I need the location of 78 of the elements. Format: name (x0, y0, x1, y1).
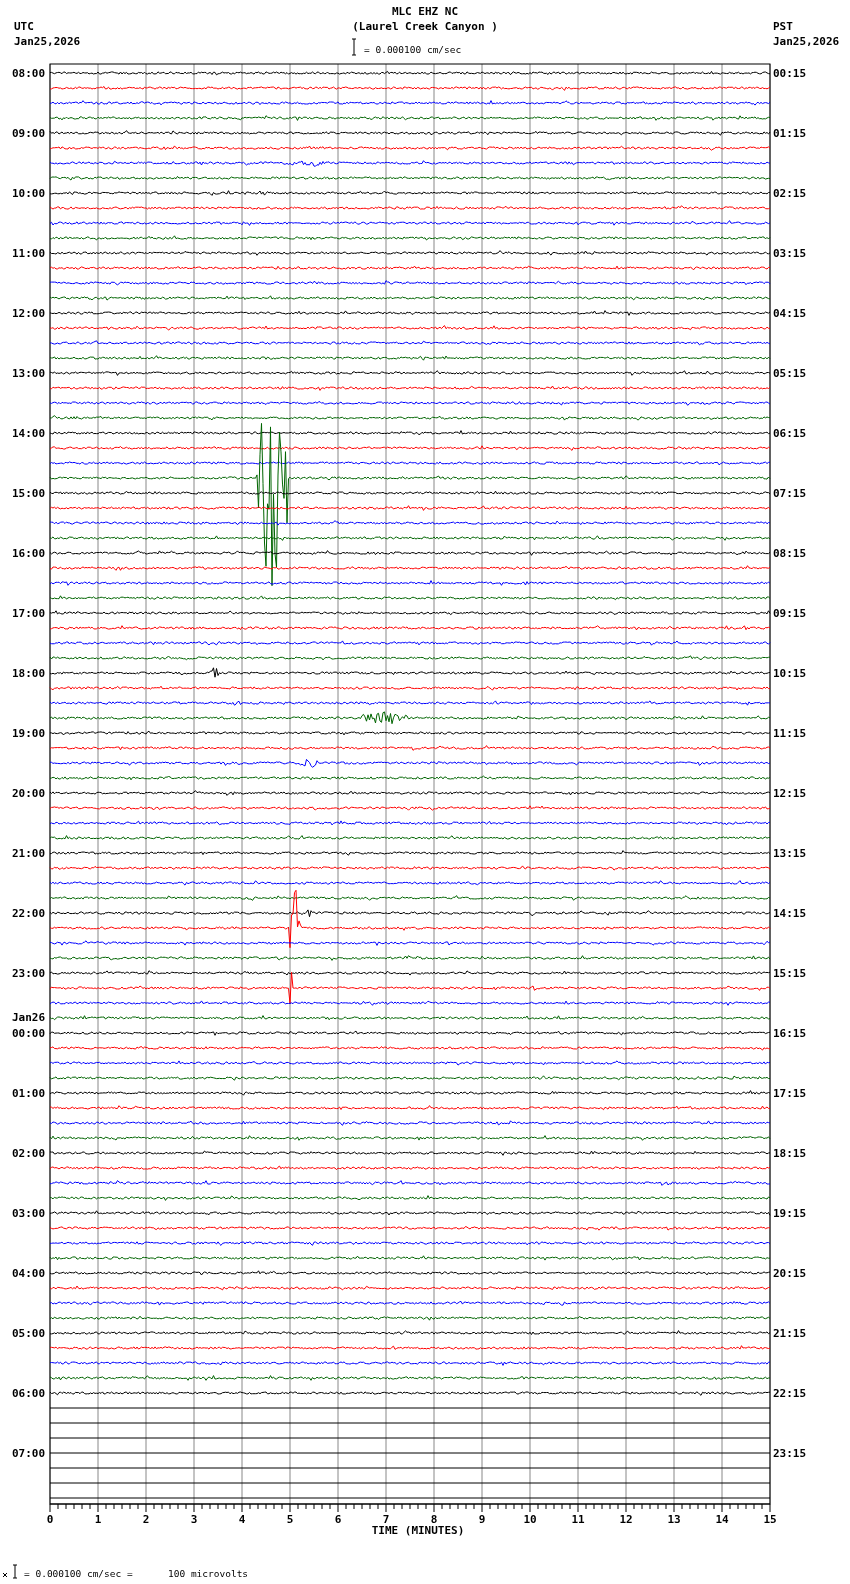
footer-scale: = 0.000100 cm/sec = (24, 1568, 133, 1579)
axis-tick-label: 3 (190, 1513, 198, 1526)
pst-time-label: 07:15 (773, 487, 807, 500)
axis-tick-label: 8 (430, 1513, 438, 1526)
utc-label: UTC (14, 20, 34, 33)
utc-time-label: 07:00 (12, 1447, 46, 1460)
utc-time-label: 03:00 (12, 1207, 46, 1220)
pst-time-label: 13:15 (773, 847, 807, 860)
pst-time-label: 16:15 (773, 1027, 807, 1040)
axis-tick-label: 14 (715, 1513, 729, 1526)
pst-time-label: 10:15 (773, 667, 807, 680)
utc-time-label: 17:00 (12, 607, 46, 620)
axis-tick-label: 5 (286, 1513, 294, 1526)
utc-time-label: 14:00 (12, 427, 46, 440)
utc-time-label: 10:00 (12, 187, 46, 200)
utc-time-label: 19:00 (12, 727, 46, 740)
station-code: MLC EHZ NC (391, 5, 459, 18)
utc-time-label: 23:00 (12, 967, 46, 980)
utc-time-label: 12:00 (12, 307, 46, 320)
axis-tick-label: 6 (334, 1513, 342, 1526)
pst-time-label: 18:15 (773, 1147, 807, 1160)
pst-time-label: 14:15 (773, 907, 807, 920)
axis-tick-label: 0 (46, 1513, 54, 1526)
pst-date: Jan25,2026 (773, 35, 840, 48)
scale-bar-icon (351, 38, 357, 56)
pst-label: PST (773, 20, 793, 33)
pst-time-label: 02:15 (773, 187, 807, 200)
axis-tick-label: 12 (619, 1513, 633, 1526)
pst-time-label: 05:15 (773, 367, 807, 380)
axis-tick-label: 7 (382, 1513, 390, 1526)
pst-time-label: 20:15 (773, 1267, 807, 1280)
utc-time-label: 21:00 (12, 847, 46, 860)
utc-time-label: 00:00 (12, 1027, 46, 1040)
utc-time-label: 13:00 (12, 367, 46, 380)
pst-time-label: 03:15 (773, 247, 807, 260)
pst-time-label: 08:15 (773, 547, 807, 560)
station-name: (Laurel Creek Canyon ) (352, 20, 498, 33)
pst-time-label: 22:15 (773, 1387, 807, 1400)
utc-time-label: 09:00 (12, 127, 46, 140)
utc-time-label: 06:00 (12, 1387, 46, 1400)
axis-tick-label: 4 (238, 1513, 246, 1526)
pst-time-label: 04:15 (773, 307, 807, 320)
utc-time-label: 20:00 (12, 787, 46, 800)
pst-time-label: 06:15 (773, 427, 807, 440)
pst-time-label: 15:15 (773, 967, 807, 980)
axis-tick-label: 11 (571, 1513, 585, 1526)
axis-title: TIME (MINUTES) (371, 1524, 465, 1537)
utc-time-label: 05:00 (12, 1327, 46, 1340)
pst-time-label: 00:15 (773, 67, 807, 80)
scale-bar-icon (12, 1564, 18, 1579)
pst-time-label: 21:15 (773, 1327, 807, 1340)
axis-tick-label: 13 (667, 1513, 681, 1526)
pst-time-label: 12:15 (773, 787, 807, 800)
pst-time-label: 23:15 (773, 1447, 807, 1460)
pst-time-label: 01:15 (773, 127, 807, 140)
axis-tick-label: 2 (142, 1513, 150, 1526)
pst-time-label: 11:15 (773, 727, 807, 740)
scale-label: = 0.000100 cm/sec (364, 44, 462, 55)
utc-time-label: 15:00 (12, 487, 46, 500)
utc-time-label: 04:00 (12, 1267, 46, 1280)
utc-time-label: 16:00 (12, 547, 46, 560)
axis-tick-label: 9 (478, 1513, 486, 1526)
pst-time-label: 19:15 (773, 1207, 807, 1220)
pst-time-label: 09:15 (773, 607, 807, 620)
axis-tick-label: 15 (763, 1513, 777, 1526)
utc-time-label: 11:00 (12, 247, 46, 260)
utc-time-label: 08:00 (12, 67, 46, 80)
utc-time-label: 22:00 (12, 907, 46, 920)
axis-tick-label: 1 (94, 1513, 102, 1526)
pst-time-label: 17:15 (773, 1087, 807, 1100)
footer-value: 100 microvolts (168, 1568, 249, 1579)
utc-time-label: 01:00 (12, 1087, 46, 1100)
marker-icon (2, 1572, 8, 1578)
utc-time-label: 02:00 (12, 1147, 46, 1160)
date-label: Jan26 (12, 1011, 46, 1024)
axis-tick-label: 10 (523, 1513, 537, 1526)
utc-time-label: 18:00 (12, 667, 46, 680)
utc-date: Jan25,2026 (14, 35, 81, 48)
